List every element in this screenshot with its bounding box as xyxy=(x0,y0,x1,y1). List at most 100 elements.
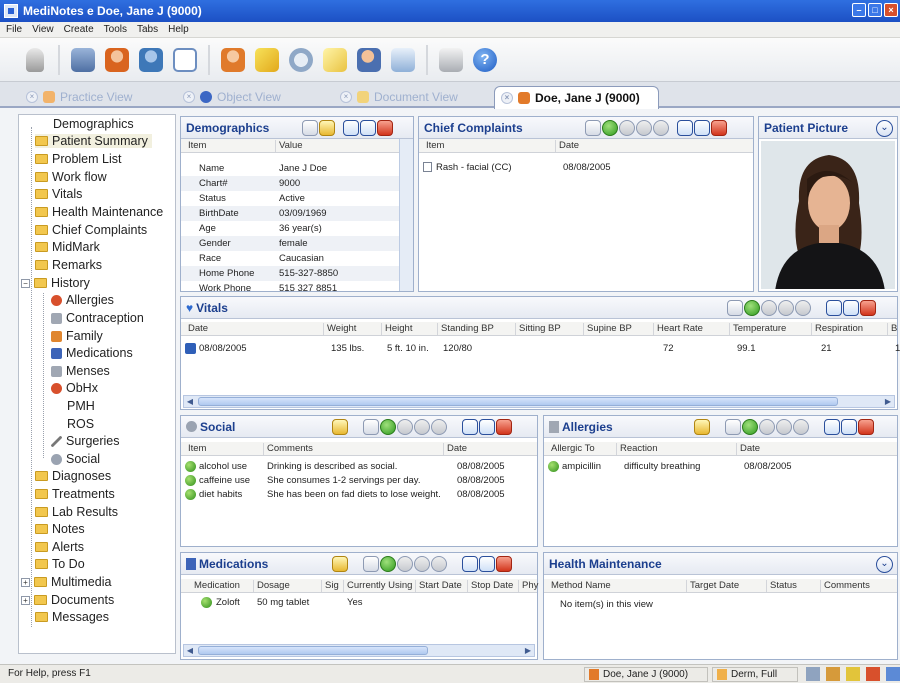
tab-patient[interactable]: × Doe, Jane J (9000) xyxy=(494,86,659,109)
tree-item-obhx[interactable]: ObHx xyxy=(51,381,98,395)
tree-item-documents[interactable]: + Documents xyxy=(21,593,114,607)
tab-document-view[interactable]: × Document View xyxy=(334,86,488,108)
table-row[interactable]: Race Caucasian xyxy=(181,251,399,266)
message-icon[interactable] xyxy=(886,667,900,681)
tree-item-chief-complaints[interactable]: Chief Complaints xyxy=(35,223,147,237)
move-down-icon[interactable] xyxy=(795,300,811,316)
edit-icon[interactable] xyxy=(462,556,478,572)
search-document-icon[interactable] xyxy=(170,45,200,75)
tree-item-family[interactable]: Family xyxy=(51,329,103,343)
tree-item-pmh[interactable]: PMH xyxy=(67,399,95,413)
calendar-icon[interactable] xyxy=(806,667,820,681)
close-icon[interactable] xyxy=(860,300,876,316)
print-icon[interactable] xyxy=(585,120,601,136)
edit-icon[interactable] xyxy=(824,419,840,435)
move-up-icon[interactable] xyxy=(397,419,413,435)
chevron-down-icon[interactable]: ⌄ xyxy=(876,120,893,137)
add-icon[interactable] xyxy=(744,300,760,316)
tree-item-midmark[interactable]: MidMark xyxy=(35,240,100,254)
tree-item-remarks[interactable]: Remarks xyxy=(35,258,102,272)
close-button[interactable]: × xyxy=(884,3,898,17)
print-icon[interactable] xyxy=(363,419,379,435)
tab-close-icon[interactable]: × xyxy=(183,91,195,103)
close-icon[interactable] xyxy=(496,419,512,435)
table-row[interactable]: Status Active xyxy=(181,191,399,206)
chat-icon[interactable] xyxy=(286,45,316,75)
tree-item-notes[interactable]: Notes xyxy=(35,522,85,536)
tree-item-alerts[interactable]: Alerts xyxy=(35,540,84,554)
vitals-horizontal-scrollbar[interactable]: ◀ ▶ xyxy=(183,395,895,408)
add-icon[interactable] xyxy=(380,419,396,435)
scroll-left-icon[interactable]: ◀ xyxy=(184,396,196,407)
maximize-icon[interactable] xyxy=(479,419,495,435)
remove-icon[interactable] xyxy=(778,300,794,316)
refresh-icon[interactable] xyxy=(332,419,348,435)
table-row[interactable]: Home Phone 515-327-8850 xyxy=(181,266,399,281)
export-icon[interactable] xyxy=(388,45,418,75)
user-icon[interactable] xyxy=(102,45,132,75)
tab-close-icon[interactable]: × xyxy=(501,92,513,104)
maximize-icon[interactable] xyxy=(479,556,495,572)
tab-close-icon[interactable]: × xyxy=(340,91,352,103)
minimize-button[interactable]: – xyxy=(852,3,866,17)
tab-practice-view[interactable]: × Practice View xyxy=(20,86,170,108)
menu-tools[interactable]: Tools xyxy=(104,24,127,35)
add-icon[interactable] xyxy=(602,120,618,136)
tree-item-to-do[interactable]: To Do xyxy=(35,557,85,571)
move-up-icon[interactable] xyxy=(619,120,635,136)
print-icon[interactable] xyxy=(436,45,466,75)
tree-item-allergies[interactable]: Allergies xyxy=(51,293,114,307)
edit-icon[interactable] xyxy=(462,419,478,435)
move-down-icon[interactable] xyxy=(793,419,809,435)
status-user[interactable]: Derm, Full xyxy=(712,667,798,682)
print-icon[interactable] xyxy=(727,300,743,316)
table-row[interactable]: Chart# 9000 xyxy=(181,176,399,191)
menu-tabs[interactable]: Tabs xyxy=(137,24,158,35)
close-icon[interactable] xyxy=(711,120,727,136)
table-row[interactable]: Work Phone 515 327 8851 xyxy=(181,281,399,296)
tree-item-treatments[interactable]: Treatments xyxy=(35,487,115,501)
move-down-icon[interactable] xyxy=(431,419,447,435)
user-edit-icon[interactable] xyxy=(354,45,384,75)
tree-item-lab-results[interactable]: Lab Results xyxy=(35,505,118,519)
tab-close-icon[interactable]: × xyxy=(26,91,38,103)
move-up-icon[interactable] xyxy=(761,300,777,316)
task-icon[interactable] xyxy=(826,667,840,681)
tree-item-multimedia[interactable]: + Multimedia xyxy=(21,575,111,589)
lock-icon[interactable] xyxy=(20,45,50,75)
alert-icon[interactable] xyxy=(866,667,880,681)
tree-item-medications[interactable]: Medications xyxy=(51,346,133,360)
tree-item-diagnoses[interactable]: Diagnoses xyxy=(35,469,111,483)
tree-item-health-maintenance[interactable]: Health Maintenance xyxy=(35,205,163,219)
maximize-icon[interactable] xyxy=(841,419,857,435)
tree-item-problem-list[interactable]: Problem List xyxy=(35,152,121,166)
close-icon[interactable] xyxy=(858,419,874,435)
scroll-right-icon[interactable]: ▶ xyxy=(522,645,534,656)
tree-item-demographics[interactable]: Demographics xyxy=(53,117,134,131)
pen-icon[interactable] xyxy=(252,45,282,75)
table-row[interactable]: diet habits She has been on fad diets to … xyxy=(185,489,525,503)
table-row[interactable]: caffeine use She consumes 1-2 servings pe… xyxy=(185,475,525,489)
edit-icon[interactable] xyxy=(826,300,842,316)
print-icon[interactable] xyxy=(725,419,741,435)
demographics-scrollbar[interactable] xyxy=(399,139,413,291)
add-user-icon[interactable] xyxy=(218,45,248,75)
help-icon[interactable]: ? xyxy=(470,45,500,75)
table-row[interactable]: Gender female xyxy=(181,236,399,251)
note-icon[interactable] xyxy=(846,667,860,681)
table-row[interactable]: Name Jane J Doe xyxy=(181,161,399,176)
tree-item-surgeries[interactable]: Surgeries xyxy=(51,434,120,448)
refresh-icon[interactable] xyxy=(332,556,348,572)
edit-icon[interactable] xyxy=(343,120,359,136)
tab-object-view[interactable]: × Object View xyxy=(177,86,327,108)
menu-view[interactable]: View xyxy=(32,24,54,35)
table-row[interactable]: Age 36 year(s) xyxy=(181,221,399,236)
scroll-left-icon[interactable]: ◀ xyxy=(184,645,196,656)
maximize-button[interactable]: □ xyxy=(868,3,882,17)
remove-icon[interactable] xyxy=(776,419,792,435)
add-icon[interactable] xyxy=(380,556,396,572)
scroll-thumb[interactable] xyxy=(198,646,428,655)
tree-item-history[interactable]: − History xyxy=(21,276,90,290)
print-icon[interactable] xyxy=(363,556,379,572)
medications-horizontal-scrollbar[interactable]: ◀ ▶ xyxy=(183,644,535,657)
